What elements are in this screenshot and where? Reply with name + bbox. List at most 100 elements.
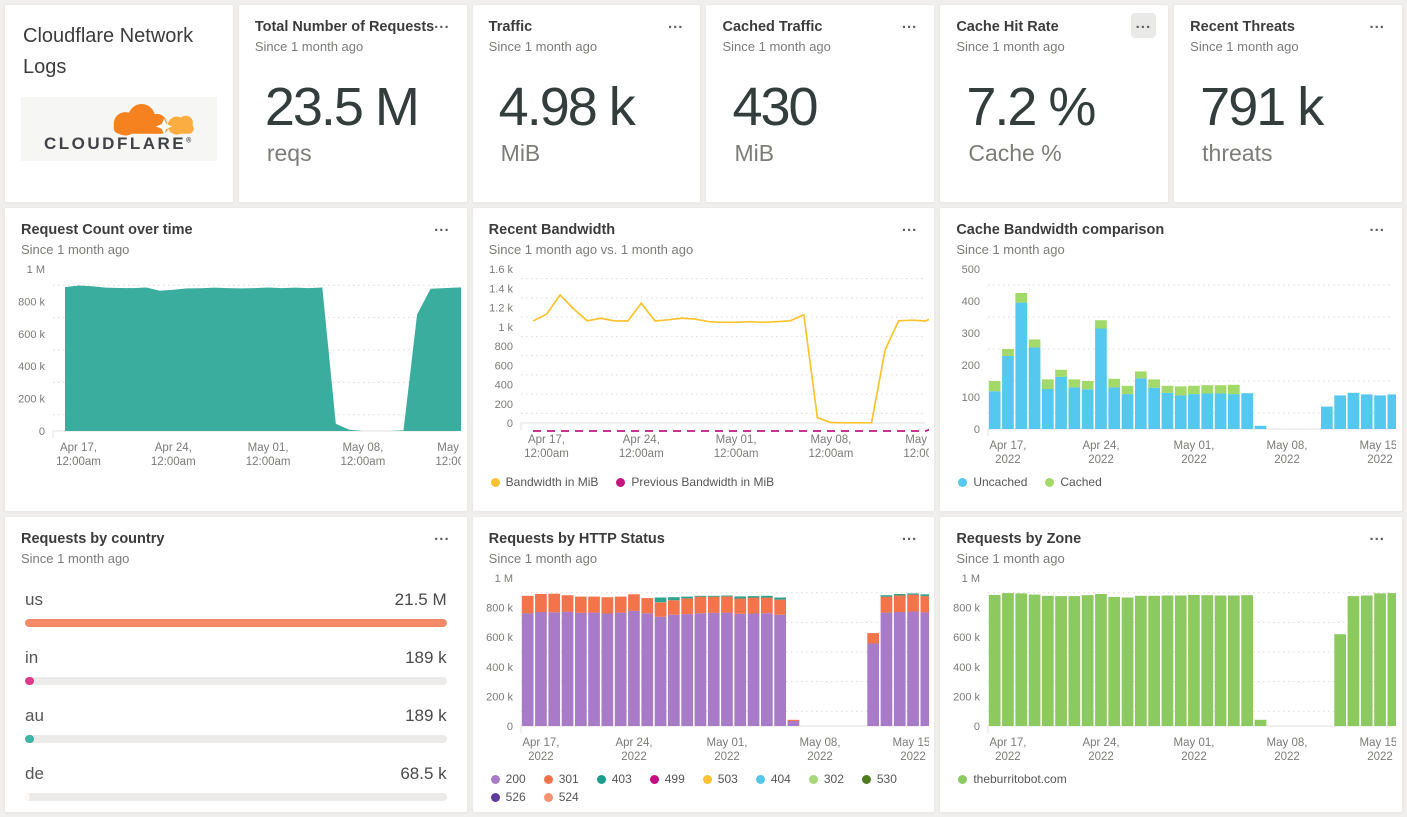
legend-dot-icon [490,792,500,802]
svg-text:May 08,: May 08, [342,442,383,454]
ellipsis-menu-icon[interactable]: ... [897,13,923,38]
stat-value: 7.2 % [966,77,1096,138]
panel-subtitle: Since 1 month ago [956,242,1065,258]
legend-item[interactable]: theburritobot.com [958,772,1067,786]
stat-subtitle: Since 1 month ago [1190,39,1299,55]
svg-text:2022: 2022 [807,751,833,763]
stat-title: Total Number of Requests [254,19,435,35]
ellipsis-menu-icon[interactable]: ... [897,525,923,550]
legend-item[interactable]: 403 [596,772,632,786]
svg-text:2022: 2022 [1275,454,1301,466]
ellipsis-menu-icon[interactable]: ... [429,13,455,38]
stat-card-cache-hit-rate: Cache Hit Rate Since 1 month ago ... 7.2… [939,4,1170,203]
stat-card-traffic: Traffic Since 1 month ago ... 4.98 k MiB [471,4,702,203]
legend-item[interactable]: 530 [861,772,897,786]
ellipsis-menu-icon[interactable]: ... [1364,216,1390,241]
svg-text:2022: 2022 [1368,454,1394,466]
svg-text:2022: 2022 [621,751,647,763]
legend-item[interactable]: Bandwidth in MiB [490,475,598,489]
stat-subtitle: Since 1 month ago [956,39,1065,55]
legend-item[interactable]: 503 [702,772,738,786]
svg-text:May 08,: May 08, [1267,737,1308,749]
dashboard: Cloudflare Network Logs CLOUDFLARE® Tota… [0,0,1407,817]
country-label: in [25,648,39,668]
svg-text:12:00am: 12:00am [713,448,758,460]
country-bar-fill [25,619,447,628]
legend-item[interactable]: Cached [1045,475,1102,489]
stat-unit: MiB [500,140,541,167]
svg-text:12:00am: 12:00am [151,456,196,468]
legend-item[interactable]: 301 [543,772,579,786]
svg-text:2022: 2022 [714,751,740,763]
panel-title: Requests by country [21,531,165,547]
stat-card-total-requests: Total Number of Requests Since 1 month a… [237,4,468,203]
svg-text:12:00am: 12:00am [903,448,929,460]
recent-bandwidth-legend: Bandwidth in MiB Previous Bandwidth in Mi… [490,475,935,489]
svg-text:12:00am: 12:00am [619,448,664,460]
svg-text:800 k: 800 k [18,297,45,309]
dashboard-title: Cloudflare Network Logs [23,25,194,78]
request-count-chart: 1 M 800 k 600 k 400 k 200 k 0 Apr 17, 12:00am Ap… [11,259,461,471]
svg-text:2022: 2022 [1275,751,1301,763]
legend-dot-icon [808,774,818,784]
country-value: 189 k [405,648,447,668]
svg-text:200: 200 [962,360,980,372]
cloudflare-logo: CLOUDFLARE® [21,97,217,161]
stat-title: Traffic [488,19,533,35]
legend-dot-icon [755,774,765,784]
legend-item[interactable]: Previous Bandwidth in MiB [616,475,774,489]
legend-item[interactable]: 404 [755,772,791,786]
panel-requests-by-zone: Requests by Zone Since 1 month ago ... 1… [939,516,1403,813]
legend-item[interactable]: Uncached [958,475,1027,489]
country-bar-track [25,619,447,628]
ellipsis-menu-icon[interactable]: ... [429,216,455,241]
legend-dot-icon [543,792,553,802]
legend-item[interactable]: 526 [490,790,526,804]
ellipsis-menu-icon[interactable]: ... [1364,13,1390,38]
legend-dot-icon [861,774,871,784]
ellipsis-menu-icon[interactable]: ... [897,216,923,241]
svg-text:800 k: 800 k [953,603,980,615]
stat-row: Cloudflare Network Logs CLOUDFLARE® Tota… [4,4,1403,203]
svg-text:2022: 2022 [900,751,926,763]
panel-subtitle: Since 1 month ago vs. 1 month ago [488,242,694,258]
recent-bandwidth-chart: 1.6 k 1.4 k 1.2 k 1 k 800 600 400 200 0 Apr 17, 12… [479,259,929,471]
panel-title: Recent Bandwidth [488,222,616,238]
panel-subtitle: Since 1 month ago [21,551,130,567]
svg-text:1.4 k: 1.4 k [489,283,513,295]
country-row: in 189 k [25,648,447,686]
ellipsis-menu-icon[interactable]: ... [1364,525,1390,550]
svg-text:1 M: 1 M [494,573,512,585]
svg-text:Apr 24,: Apr 24, [1083,737,1120,749]
logo-card: Cloudflare Network Logs CLOUDFLARE® [4,4,234,203]
panel-title: Requests by Zone [956,531,1082,547]
ellipsis-menu-icon[interactable]: ... [1130,13,1157,38]
legend-dot-icon [616,477,626,487]
svg-text:0: 0 [974,424,980,436]
svg-text:Apr 24,: Apr 24, [622,434,659,446]
zone-legend: theburritobot.com [958,772,1402,786]
legend-item[interactable]: 302 [808,772,844,786]
svg-text:1 k: 1 k [498,322,513,334]
svg-text:Apr 17,: Apr 17, [990,737,1027,749]
country-row: de 68.5 k [25,764,447,802]
svg-text:1 M: 1 M [962,573,980,585]
svg-text:May 01,: May 01, [1174,737,1215,749]
stat-subtitle: Since 1 month ago [722,39,831,55]
legend-dot-icon [702,774,712,784]
ellipsis-menu-icon[interactable]: ... [663,13,689,38]
svg-text:Apr 17,: Apr 17, [990,440,1027,452]
legend-item[interactable]: 200 [490,772,526,786]
country-label: us [25,590,43,610]
legend-dot-icon [958,477,968,487]
legend-item[interactable]: 524 [543,790,579,804]
legend-item[interactable]: 499 [649,772,685,786]
svg-text:12:00am: 12:00am [56,456,101,468]
svg-text:0: 0 [507,418,513,430]
svg-text:100: 100 [962,392,980,404]
ellipsis-menu-icon[interactable]: ... [429,525,455,550]
svg-text:200 k: 200 k [953,692,980,704]
country-bar-fill [25,677,34,686]
svg-text:2022: 2022 [1368,751,1394,763]
svg-text:Apr 17,: Apr 17, [522,737,559,749]
